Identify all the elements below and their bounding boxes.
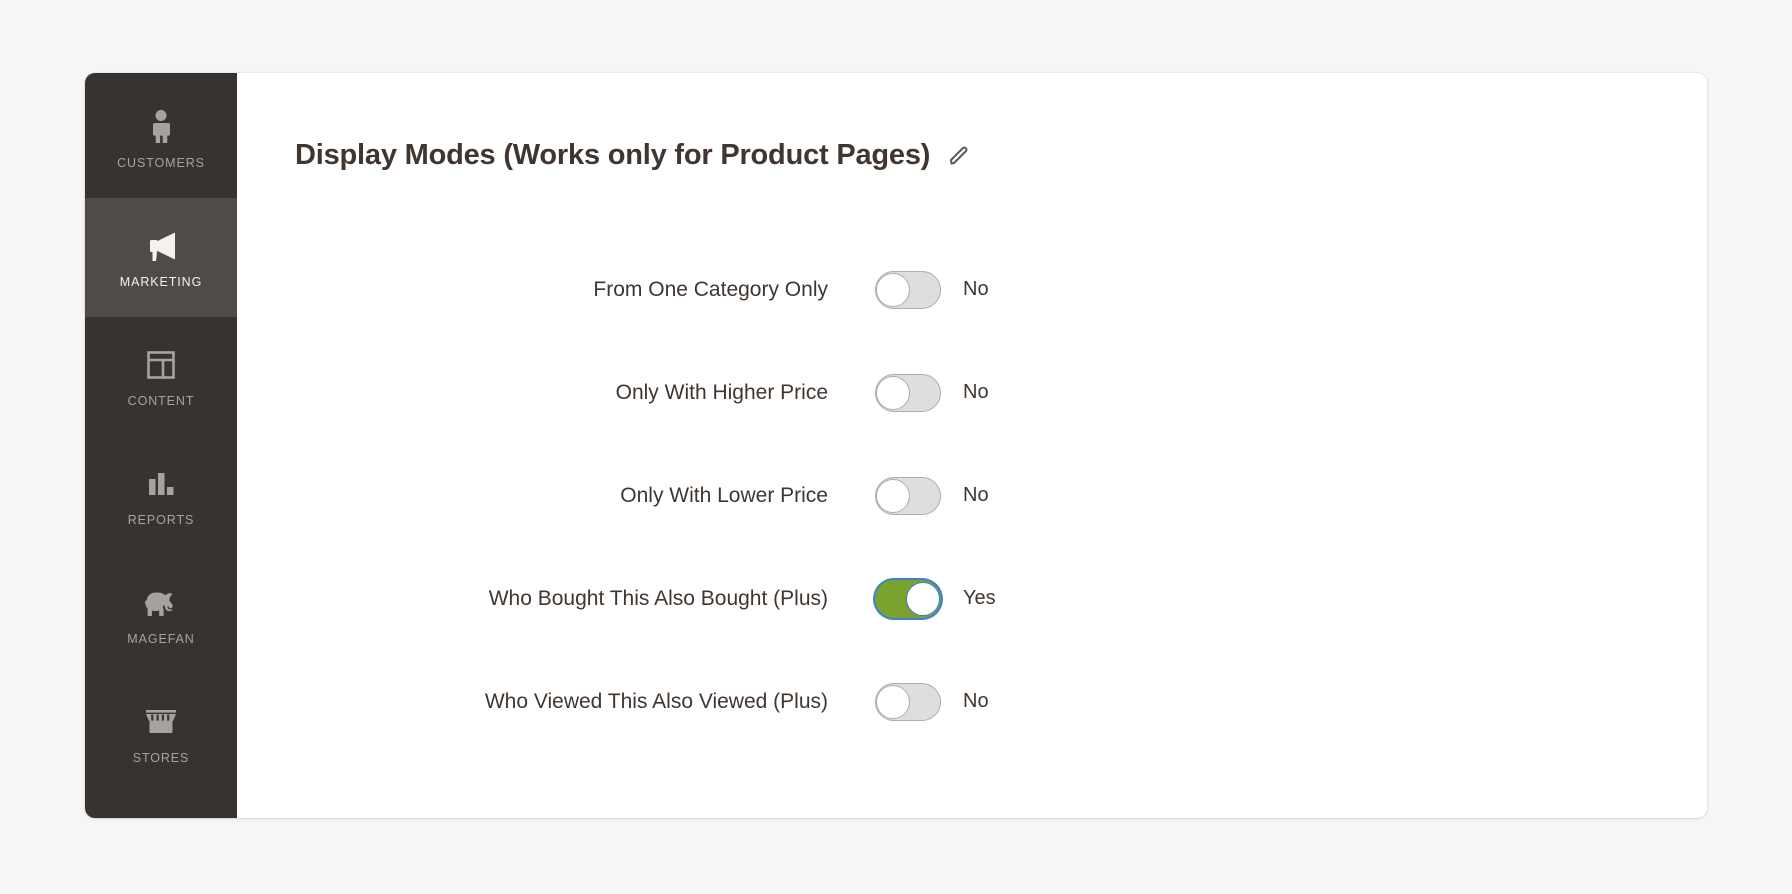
elephant-icon	[141, 583, 181, 623]
field-control: No	[875, 373, 989, 412]
sidebar-item-label: MARKETING	[119, 275, 203, 289]
field-row: Who Bought This Also Bought (Plus) Yes	[237, 547, 1707, 650]
sidebar-item-stores[interactable]: STORES	[85, 674, 237, 793]
settings-content: Display Modes (Works only for Product Pa…	[237, 73, 1707, 818]
storefront-icon	[141, 702, 181, 742]
field-label: From One Category Only	[593, 277, 828, 301]
toggle-who-bought-this-also-bought[interactable]	[875, 579, 941, 618]
sidebar-item-reports[interactable]: REPORTS	[85, 436, 237, 555]
field-control: No	[875, 270, 989, 309]
field-label: Only With Higher Price	[615, 380, 828, 404]
section-header: Display Modes (Works only for Product Pa…	[295, 115, 1707, 196]
sidebar-item-marketing[interactable]: MARKETING	[85, 198, 237, 317]
field-label: Who Bought This Also Bought (Plus)	[488, 586, 828, 610]
toggle-value-label: No	[963, 278, 989, 301]
megaphone-icon	[141, 226, 181, 266]
field-control: No	[875, 476, 989, 515]
sidebar-item-label: CONTENT	[127, 394, 195, 408]
sidebar-item-label: STORES	[132, 751, 190, 765]
field-row: Only With Higher Price No	[237, 341, 1707, 444]
sidebar-item-label: REPORTS	[127, 513, 195, 527]
pencil-icon[interactable]	[946, 143, 972, 169]
sidebar-item-content[interactable]: CONTENT	[85, 317, 237, 436]
field-control: Yes	[875, 579, 996, 618]
toggle-value-label: Yes	[963, 587, 996, 610]
toggle-only-with-lower-price[interactable]	[875, 476, 941, 515]
admin-panel: CUSTOMERS MARKETING CONTENT REPORTS MAGE…	[85, 73, 1707, 818]
toggle-knob	[906, 581, 940, 616]
field-row: From One Category Only No	[237, 238, 1707, 341]
toggle-who-viewed-this-also-viewed[interactable]	[875, 682, 941, 721]
field-label: Only With Lower Price	[620, 483, 828, 507]
sidebar-item-customers[interactable]: CUSTOMERS	[85, 73, 237, 198]
sidebar-item-label: CUSTOMERS	[117, 156, 205, 170]
toggle-only-with-higher-price[interactable]	[875, 373, 941, 412]
admin-sidebar: CUSTOMERS MARKETING CONTENT REPORTS MAGE…	[85, 73, 237, 818]
toggle-value-label: No	[963, 381, 989, 404]
toggle-knob	[876, 375, 910, 410]
bar-chart-icon	[141, 464, 181, 504]
field-label: Who Viewed This Also Viewed (Plus)	[484, 689, 828, 713]
toggle-value-label: No	[963, 690, 989, 713]
customers-person-icon	[141, 107, 181, 147]
toggle-knob	[876, 272, 910, 307]
sidebar-item-label: MAGEFAN	[127, 632, 195, 646]
field-row: Only With Lower Price No	[237, 444, 1707, 547]
sidebar-item-magefan[interactable]: MAGEFAN	[85, 555, 237, 674]
page-title: Display Modes (Works only for Product Pa…	[295, 139, 931, 172]
toggle-knob	[876, 478, 910, 513]
toggle-value-label: No	[963, 484, 989, 507]
toggle-knob	[876, 684, 910, 719]
field-row: Who Viewed This Also Viewed (Plus) No	[237, 650, 1707, 753]
layout-page-icon	[141, 345, 181, 385]
toggle-from-one-category-only[interactable]	[875, 270, 941, 309]
display-modes-fields: From One Category Only No Only With High…	[237, 238, 1707, 753]
field-control: No	[875, 682, 989, 721]
